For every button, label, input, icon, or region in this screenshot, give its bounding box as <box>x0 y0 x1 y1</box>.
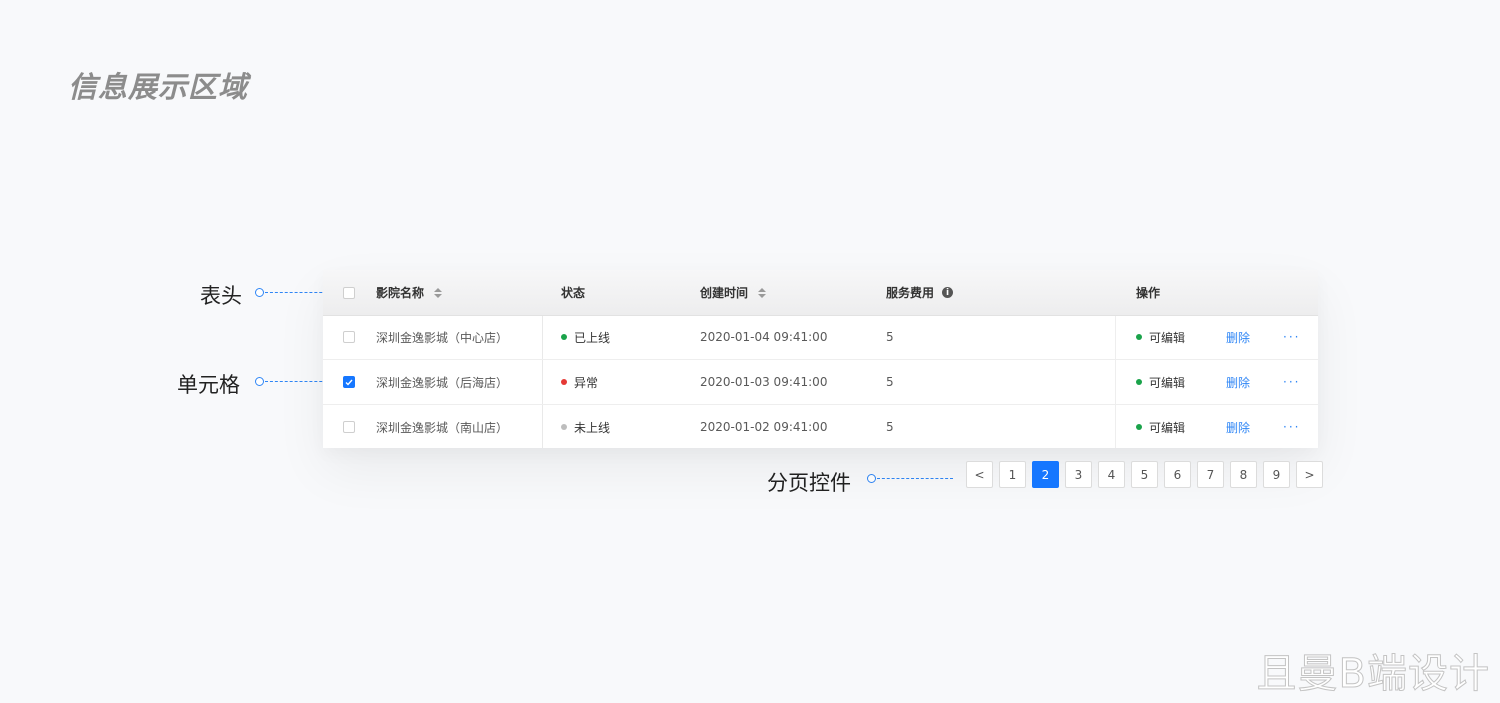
delete-link[interactable]: 删除 <box>1226 405 1250 449</box>
next-page-button[interactable]: > <box>1296 461 1323 488</box>
column-header-action-label: 操作 <box>1136 286 1161 300</box>
page-title: 信息展示区域 <box>68 70 249 104</box>
annotation-cell-marker <box>255 377 264 386</box>
page-button-5[interactable]: 5 <box>1131 461 1158 488</box>
page-button-1[interactable]: 1 <box>999 461 1026 488</box>
data-table: 影院名称 状态 创建时间 服务费用 i 操作 深圳金逸影城（中心店） 已上线 2… <box>323 270 1318 448</box>
more-actions-icon[interactable]: ··· <box>1283 315 1300 359</box>
column-header-name-label: 影院名称 <box>376 286 425 300</box>
action-status-text: 可编辑 <box>1149 375 1186 390</box>
page-button-9[interactable]: 9 <box>1263 461 1290 488</box>
check-icon <box>345 379 353 386</box>
table-row: 深圳金逸影城（中心店） 已上线 2020-01-04 09:41:00 5 可编… <box>323 315 1318 360</box>
status-cell: 异常 <box>561 360 598 404</box>
more-actions-icon[interactable]: ··· <box>1283 405 1300 449</box>
created-time: 2020-01-03 09:41:00 <box>700 375 828 389</box>
status-text: 未上线 <box>574 420 611 435</box>
select-all-checkbox[interactable] <box>343 286 355 299</box>
row-select-cell <box>343 405 355 449</box>
page-button-6[interactable]: 6 <box>1164 461 1191 488</box>
row-checkbox[interactable] <box>343 421 355 433</box>
page-button-3[interactable]: 3 <box>1065 461 1092 488</box>
status-dot <box>561 424 567 430</box>
select-all-cell <box>343 270 355 315</box>
delete-link[interactable]: 删除 <box>1226 360 1250 404</box>
page-button-4[interactable]: 4 <box>1098 461 1125 488</box>
column-header-fee-label: 服务费用 <box>886 286 935 300</box>
row-checkbox[interactable] <box>343 331 355 343</box>
action-status: 可编辑 <box>1136 405 1185 449</box>
row-checkbox-checked[interactable] <box>343 376 355 388</box>
status-dot <box>561 334 567 340</box>
table-header: 影院名称 状态 创建时间 服务费用 i 操作 <box>323 270 1318 316</box>
status-dot <box>561 379 567 385</box>
annotation-pagination-marker <box>867 474 876 483</box>
service-fee: 5 <box>886 330 894 344</box>
column-header-created[interactable]: 创建时间 <box>700 270 767 315</box>
action-status-dot <box>1136 424 1142 430</box>
created-time: 2020-01-02 09:41:00 <box>700 420 828 434</box>
column-header-name[interactable]: 影院名称 <box>376 270 443 315</box>
page-button-8[interactable]: 8 <box>1230 461 1257 488</box>
column-header-created-label: 创建时间 <box>700 286 749 300</box>
cinema-name: 深圳金逸影城（南山店） <box>376 420 509 435</box>
cinema-name: 深圳金逸影城（中心店） <box>376 330 509 345</box>
table-row: 深圳金逸影城（后海店） 异常 2020-01-03 09:41:00 5 可编辑… <box>323 360 1318 405</box>
cinema-name: 深圳金逸影城（后海店） <box>376 375 509 390</box>
action-status-dot <box>1136 334 1142 340</box>
annotation-pagination-line <box>877 478 953 479</box>
column-header-fee: 服务费用 i <box>886 270 954 315</box>
action-status-dot <box>1136 379 1142 385</box>
annotation-header-label: 表头 <box>200 284 242 308</box>
action-status: 可编辑 <box>1136 315 1185 359</box>
action-status-text: 可编辑 <box>1149 330 1186 345</box>
page-button-2-current[interactable]: 2 <box>1032 461 1059 488</box>
row-select-cell <box>343 315 355 359</box>
prev-page-button[interactable]: < <box>966 461 993 488</box>
action-status: 可编辑 <box>1136 360 1185 404</box>
action-status-text: 可编辑 <box>1149 420 1186 435</box>
sort-icon[interactable] <box>434 287 443 299</box>
status-text: 已上线 <box>574 330 611 345</box>
delete-link[interactable]: 删除 <box>1226 315 1250 359</box>
column-header-action: 操作 <box>1136 270 1160 315</box>
info-icon[interactable]: i <box>942 287 954 298</box>
watermark-logo: 且曼B端设计 <box>1256 651 1490 698</box>
row-select-cell <box>343 360 355 404</box>
table-row: 深圳金逸影城（南山店） 未上线 2020-01-02 09:41:00 5 可编… <box>323 405 1318 449</box>
annotation-cell-label: 单元格 <box>177 373 240 397</box>
annotation-header-marker <box>255 288 264 297</box>
status-text: 异常 <box>574 375 599 390</box>
more-actions-icon[interactable]: ··· <box>1283 360 1300 404</box>
pagination: < 1 2 3 4 5 6 7 8 9 > <box>966 461 1323 488</box>
sort-icon[interactable] <box>758 287 767 299</box>
service-fee: 5 <box>886 375 894 389</box>
column-header-status: 状态 <box>561 270 585 315</box>
page-button-7[interactable]: 7 <box>1197 461 1224 488</box>
annotation-pagination-label: 分页控件 <box>767 471 851 495</box>
status-cell: 已上线 <box>561 315 610 359</box>
column-header-status-label: 状态 <box>561 286 586 300</box>
service-fee: 5 <box>886 420 894 434</box>
created-time: 2020-01-04 09:41:00 <box>700 330 828 344</box>
status-cell: 未上线 <box>561 405 610 449</box>
